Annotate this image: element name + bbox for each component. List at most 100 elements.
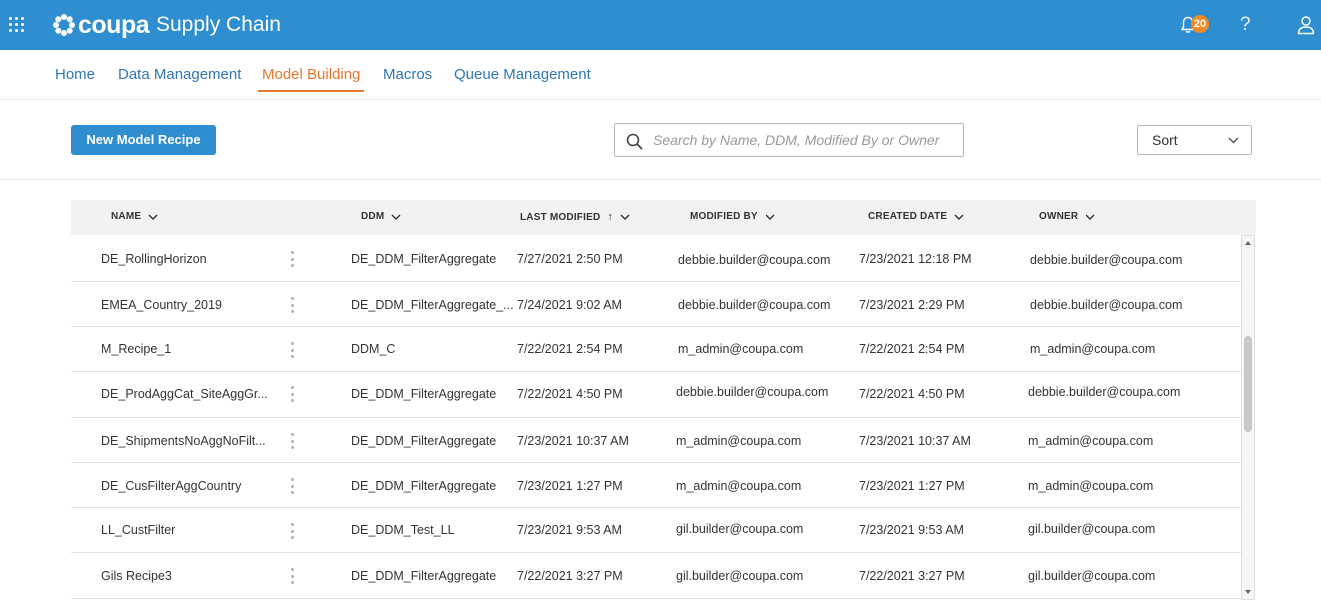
table-scrollbar[interactable] bbox=[1241, 235, 1255, 600]
help-icon[interactable]: ? bbox=[1240, 14, 1251, 36]
scroll-up-arrow-icon[interactable] bbox=[1242, 237, 1254, 249]
cell-ddm: DE_DDM_FilterAggregate_... bbox=[351, 298, 514, 312]
cell-name[interactable]: DE_ProdAggCat_SiteAggGr... bbox=[101, 387, 268, 401]
nav-data-management[interactable]: Data Management bbox=[114, 66, 245, 90]
cell-last-modified: 7/23/2021 1:27 PM bbox=[517, 479, 623, 493]
cell-created-date: 7/23/2021 1:27 PM bbox=[859, 479, 965, 493]
apps-grid-icon[interactable] bbox=[9, 17, 25, 33]
scrollbar-thumb[interactable] bbox=[1244, 336, 1252, 432]
header-modified-by[interactable]: MODIFIED BY bbox=[690, 211, 775, 222]
nav-home[interactable]: Home bbox=[51, 66, 99, 90]
search-icon bbox=[626, 133, 643, 150]
sort-label: Sort bbox=[1152, 132, 1178, 148]
table-row[interactable]: DE_RollingHorizon DE_DDM_FilterAggregate… bbox=[71, 237, 1241, 282]
cell-last-modified: 7/24/2021 9:02 AM bbox=[517, 298, 622, 312]
table-row[interactable]: DE_ShipmentsNoAggNoFilt... DE_DDM_Filter… bbox=[71, 418, 1241, 463]
cell-name[interactable]: DE_RollingHorizon bbox=[101, 252, 207, 266]
nav-queue-management[interactable]: Queue Management bbox=[450, 66, 595, 90]
cell-owner: m_admin@coupa.com bbox=[1028, 434, 1154, 448]
header-owner-label: OWNER bbox=[1039, 211, 1079, 222]
top-bar: coupa Supply Chain 20 ? bbox=[0, 0, 1321, 50]
cell-created-date: 7/23/2021 9:53 AM bbox=[859, 523, 964, 537]
cell-ddm: DE_DDM_FilterAggregate bbox=[351, 252, 497, 266]
cell-ddm: DDM_C bbox=[351, 342, 396, 356]
cell-owner: debbie.builder@coupa.com bbox=[1030, 298, 1183, 312]
cell-ddm: DE_DDM_FilterAggregate bbox=[351, 387, 497, 401]
cell-name[interactable]: DE_ShipmentsNoAggNoFilt... bbox=[101, 434, 266, 448]
user-icon[interactable] bbox=[1297, 15, 1315, 35]
cell-last-modified: 7/22/2021 4:50 PM bbox=[517, 387, 623, 401]
kebab-menu-icon[interactable] bbox=[291, 342, 295, 358]
header-owner[interactable]: OWNER bbox=[1039, 211, 1095, 222]
table-row[interactable]: EMEA_Country_2019 DE_DDM_FilterAggregate… bbox=[71, 282, 1241, 327]
cell-created-date: 7/22/2021 4:50 PM bbox=[859, 387, 965, 401]
cell-modified-by: debbie.builder@coupa.com bbox=[676, 385, 829, 399]
cell-modified-by: m_admin@coupa.com bbox=[676, 434, 802, 448]
header-created-date-label: CREATED DATE bbox=[868, 211, 948, 222]
kebab-menu-icon[interactable] bbox=[291, 433, 295, 449]
product-title: Supply Chain bbox=[156, 13, 281, 36]
cell-last-modified: 7/27/2021 2:50 PM bbox=[517, 252, 623, 266]
cell-owner: gil.builder@coupa.com bbox=[1028, 569, 1156, 583]
kebab-menu-icon[interactable] bbox=[291, 568, 295, 584]
cell-created-date: 7/23/2021 10:37 AM bbox=[859, 434, 971, 448]
cell-last-modified: 7/23/2021 9:53 AM bbox=[517, 523, 622, 537]
nav-model-building[interactable]: Model Building bbox=[258, 66, 365, 92]
header-created-date[interactable]: CREATED DATE bbox=[868, 211, 964, 222]
cell-owner: gil.builder@coupa.com bbox=[1028, 522, 1156, 536]
table-row[interactable]: M_Recipe_1 DDM_C 7/22/2021 2:54 PM m_adm… bbox=[71, 327, 1241, 372]
cell-ddm: DE_DDM_FilterAggregate bbox=[351, 434, 497, 448]
kebab-menu-icon[interactable] bbox=[291, 386, 295, 402]
coupa-flower-icon bbox=[53, 14, 75, 36]
kebab-menu-icon[interactable] bbox=[291, 478, 295, 494]
scroll-down-arrow-icon[interactable] bbox=[1242, 586, 1254, 598]
search-box[interactable] bbox=[614, 123, 964, 157]
table-row[interactable]: DE_ProdAggCat_SiteAggGr... DE_DDM_Filter… bbox=[71, 372, 1241, 418]
main-nav: Home Data Management Model Building Macr… bbox=[0, 50, 1321, 100]
kebab-menu-icon[interactable] bbox=[291, 251, 295, 267]
cell-created-date: 7/22/2021 3:27 PM bbox=[859, 569, 965, 583]
cell-last-modified: 7/22/2021 3:27 PM bbox=[517, 569, 623, 583]
cell-last-modified: 7/23/2021 10:37 AM bbox=[517, 434, 629, 448]
table-row[interactable]: LL_CustFilter DE_DDM_Test_LL 7/23/2021 9… bbox=[71, 508, 1241, 553]
logo-text: coupa bbox=[78, 11, 150, 39]
cell-owner: m_admin@coupa.com bbox=[1030, 342, 1156, 356]
table-row[interactable]: Gils Recipe3 DE_DDM_FilterAggregate 7/22… bbox=[71, 553, 1241, 599]
chevron-down-icon bbox=[148, 214, 158, 220]
search-input[interactable] bbox=[653, 130, 953, 150]
kebab-menu-icon[interactable] bbox=[291, 297, 295, 313]
sort-ascending-icon: ↑ bbox=[607, 211, 614, 223]
cell-ddm: DE_DDM_Test_LL bbox=[351, 523, 455, 537]
table-row[interactable]: DE_CusFilterAggCountry DE_DDM_FilterAggr… bbox=[71, 463, 1241, 508]
sort-dropdown[interactable]: Sort bbox=[1137, 125, 1252, 155]
header-modified-by-label: MODIFIED BY bbox=[690, 211, 758, 222]
chevron-down-icon bbox=[391, 214, 401, 220]
cell-ddm: DE_DDM_FilterAggregate bbox=[351, 569, 497, 583]
cell-name[interactable]: M_Recipe_1 bbox=[101, 342, 171, 356]
cell-name[interactable]: EMEA_Country_2019 bbox=[101, 298, 222, 312]
coupa-logo[interactable]: coupa bbox=[52, 11, 150, 39]
nav-macros[interactable]: Macros bbox=[379, 66, 436, 90]
cell-created-date: 7/23/2021 2:29 PM bbox=[859, 298, 965, 312]
cell-name[interactable]: DE_CusFilterAggCountry bbox=[101, 479, 241, 493]
section-divider bbox=[0, 179, 1321, 180]
cell-modified-by: debbie.builder@coupa.com bbox=[678, 298, 831, 312]
cell-name[interactable]: Gils Recipe3 bbox=[101, 569, 172, 583]
header-last-modified[interactable]: LAST MODIFIED ↑ bbox=[520, 211, 630, 223]
cell-last-modified: 7/22/2021 2:54 PM bbox=[517, 342, 623, 356]
cell-created-date: 7/22/2021 2:54 PM bbox=[859, 342, 965, 356]
chevron-down-icon bbox=[954, 214, 964, 220]
chevron-down-icon bbox=[620, 214, 630, 220]
cell-modified-by: gil.builder@coupa.com bbox=[676, 569, 804, 583]
header-ddm[interactable]: DDM bbox=[361, 211, 401, 222]
header-name[interactable]: NAME bbox=[111, 211, 158, 222]
new-model-recipe-button[interactable]: New Model Recipe bbox=[71, 125, 216, 155]
table-header: NAME DDM LAST MODIFIED ↑ MODIFIED BY CRE… bbox=[71, 200, 1256, 235]
cell-created-date: 7/23/2021 12:18 PM bbox=[859, 252, 972, 266]
notification-badge[interactable]: 20 bbox=[1191, 15, 1209, 33]
kebab-menu-icon[interactable] bbox=[291, 523, 295, 539]
header-ddm-label: DDM bbox=[361, 211, 385, 222]
table-body: DE_RollingHorizon DE_DDM_FilterAggregate… bbox=[71, 237, 1241, 603]
chevron-down-icon bbox=[765, 214, 775, 220]
cell-name[interactable]: LL_CustFilter bbox=[101, 523, 175, 537]
